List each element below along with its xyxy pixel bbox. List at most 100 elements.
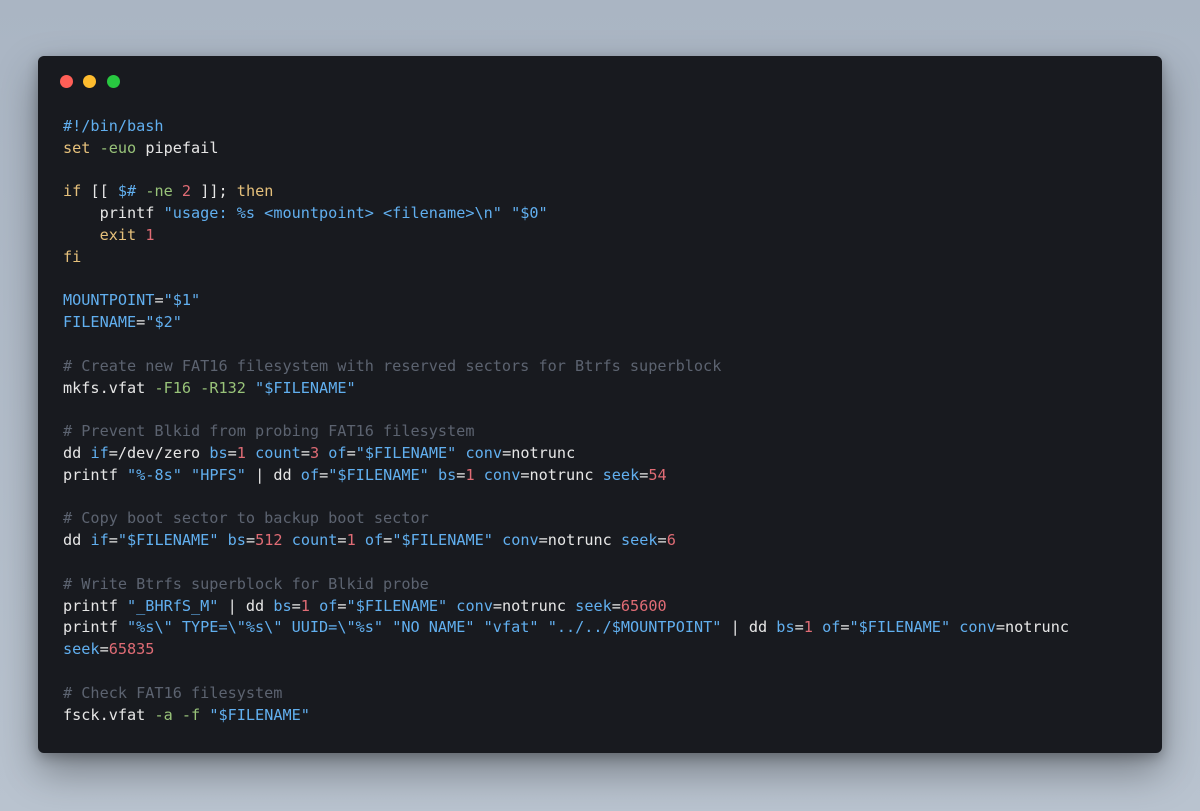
code-token-plain: = bbox=[611, 596, 621, 615]
code-token-number: 6 bbox=[666, 531, 676, 550]
code-line: ​ bbox=[63, 399, 1142, 421]
code-token-option: -a bbox=[154, 705, 173, 724]
code-token-string: "$2" bbox=[145, 313, 182, 332]
code-token-string: "HPFS" bbox=[191, 465, 246, 484]
code-token-plain: = bbox=[794, 618, 804, 637]
code-line: printf "%-8s" "HPFS" | dd of="$FILENAME"… bbox=[63, 465, 1142, 487]
code-token-attr: if bbox=[90, 443, 109, 462]
code-token-variable: $# bbox=[117, 182, 137, 201]
code-block: #!/bin/bashset -euo pipefail​if [[ $# -n… bbox=[63, 116, 1142, 726]
code-token-string: "$FILENAME" bbox=[328, 465, 429, 484]
code-token-number: 1 bbox=[300, 596, 310, 615]
code-token-plain: printf bbox=[63, 204, 164, 223]
code-token-attr: bs bbox=[209, 443, 228, 462]
code-token-plain: =notrunc bbox=[538, 531, 621, 550]
code-token-string: "vfat" bbox=[483, 618, 539, 637]
code-token-attr: of bbox=[364, 531, 384, 550]
code-line: # Prevent Blkid from probing FAT16 files… bbox=[63, 421, 1142, 443]
code-token-number: 3 bbox=[309, 443, 320, 462]
code-token-plain: = bbox=[840, 618, 850, 637]
code-token-comment: # Check FAT16 filesystem bbox=[63, 683, 283, 702]
maximize-button[interactable] bbox=[107, 75, 120, 88]
window-titlebar bbox=[38, 56, 1162, 106]
code-token-plain: =notrunc bbox=[492, 596, 576, 615]
code-token-plain: | dd bbox=[218, 596, 274, 615]
code-token-string: "$FILENAME" bbox=[209, 705, 310, 724]
code-token-string: "$0" bbox=[511, 204, 548, 223]
code-token-attr: seek bbox=[620, 531, 658, 550]
code-line: # Write Btrfs superblock for Blkid probe bbox=[63, 574, 1142, 596]
code-token-plain: =/dev/zero bbox=[108, 443, 210, 462]
code-line: #!/bin/bash bbox=[63, 116, 1142, 138]
code-token-number: 512 bbox=[255, 531, 283, 550]
code-token-keyword: fi bbox=[63, 247, 82, 266]
code-token-comment: # Write Btrfs superblock for Blkid probe bbox=[63, 574, 429, 593]
code-token-string: "$FILENAME" bbox=[117, 531, 219, 550]
code-token-variable: MOUNTPOINT bbox=[63, 291, 155, 310]
code-token-plain: =notrunc bbox=[995, 618, 1069, 637]
code-token-attr: if bbox=[90, 531, 109, 550]
close-button[interactable] bbox=[60, 75, 73, 88]
code-token-plain: = bbox=[99, 640, 109, 659]
code-token-attr: of bbox=[319, 596, 338, 615]
code-line: set -euo pipefail bbox=[63, 138, 1142, 160]
code-token-string: "%s\" TYPE=\"%s\" UUID=\"%s" bbox=[127, 618, 384, 637]
code-token-number: 1 bbox=[803, 618, 813, 637]
code-token-number: 65835 bbox=[108, 640, 155, 659]
code-line: ​ bbox=[63, 269, 1142, 291]
code-token-string: "NO NAME" bbox=[392, 618, 475, 637]
code-line: # Copy boot sector to backup boot sector bbox=[63, 508, 1142, 530]
code-line: mkfs.vfat -F16 -R132 "$FILENAME" bbox=[63, 378, 1142, 400]
code-token-plain: = bbox=[245, 531, 256, 550]
code-token-string: "$FILENAME" bbox=[392, 531, 493, 550]
code-token-attr: of bbox=[328, 443, 347, 462]
code-token-comment: # Prevent Blkid from probing FAT16 files… bbox=[63, 422, 475, 441]
code-token-number: 1 bbox=[236, 443, 246, 462]
code-token-plain: = bbox=[639, 465, 649, 484]
code-line: ​ bbox=[63, 160, 1142, 182]
code-token-attr: of bbox=[300, 465, 320, 484]
code-token-attr: seek bbox=[575, 596, 612, 615]
code-token-plain: = bbox=[154, 291, 164, 310]
code-line: dd if="$FILENAME" bs=512 count=1 of="$FI… bbox=[63, 530, 1142, 552]
code-token-option: -F16 bbox=[154, 378, 192, 397]
code-line: fsck.vfat -a -f "$FILENAME" bbox=[63, 705, 1142, 727]
code-token-plain: = bbox=[346, 443, 356, 462]
code-token-number: 65600 bbox=[620, 596, 667, 615]
code-line: printf "usage: %s <mountpoint> <filename… bbox=[63, 203, 1142, 225]
code-token-plain: printf bbox=[63, 618, 128, 637]
code-token-keyword: if bbox=[63, 182, 82, 201]
code-token-plain: mkfs.vfat bbox=[63, 378, 155, 397]
code-line: seek=65835 bbox=[63, 639, 1142, 661]
code-token-number: 2 bbox=[181, 182, 192, 201]
minimize-button[interactable] bbox=[83, 75, 96, 88]
code-token-plain: = bbox=[300, 443, 310, 462]
code-token-plain: = bbox=[136, 313, 146, 332]
code-line: # Create new FAT16 filesystem with reser… bbox=[63, 356, 1142, 378]
code-token-plain: dd bbox=[63, 443, 91, 462]
code-token-comment: # Copy boot sector to backup boot sector bbox=[63, 509, 429, 528]
code-token-plain: = bbox=[227, 443, 237, 462]
code-token-attr: bs bbox=[227, 531, 246, 550]
code-token-string: "$FILENAME" bbox=[355, 443, 457, 462]
code-token-plain: printf bbox=[63, 596, 128, 615]
code-token-plain: printf bbox=[63, 465, 128, 484]
code-token-plain: pipefail bbox=[136, 138, 219, 157]
code-token-attr: conv bbox=[483, 465, 521, 484]
code-token-plain: =notrunc bbox=[520, 465, 603, 484]
code-token-attr: of bbox=[822, 618, 841, 637]
